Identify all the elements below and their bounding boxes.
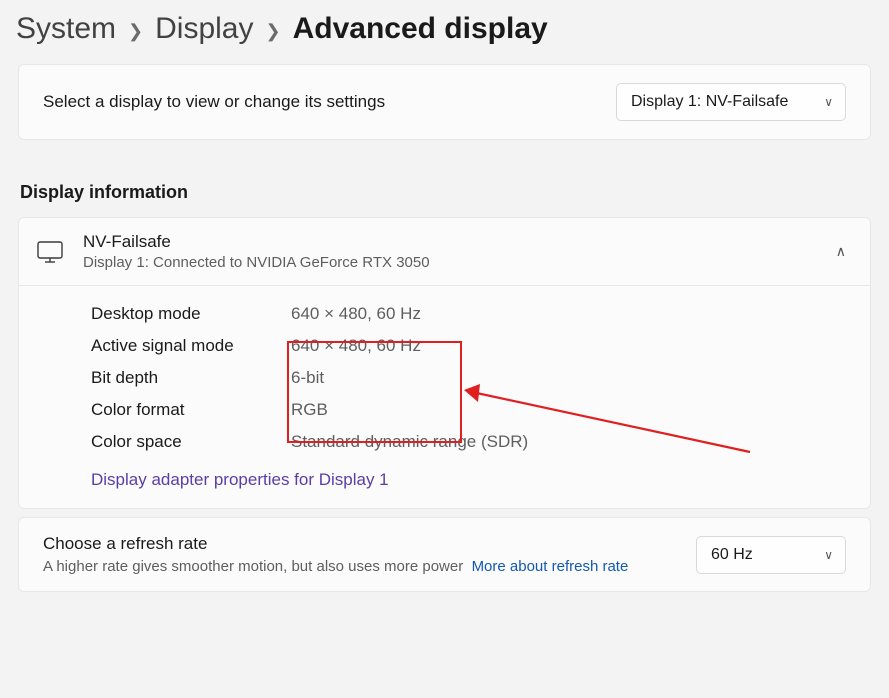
display-select-value: Display 1: NV-Failsafe: [631, 93, 788, 110]
refresh-rate-value: 60 Hz: [711, 546, 753, 563]
chevron-down-icon: ∨: [824, 95, 833, 109]
prop-val: Standard dynamic range (SDR): [291, 432, 528, 452]
prop-row-color-space: Color space Standard dynamic range (SDR): [91, 426, 846, 458]
breadcrumb-system[interactable]: System: [16, 12, 116, 46]
prop-row-desktop-mode: Desktop mode 640 × 480, 60 Hz: [91, 298, 846, 330]
display-information-heading: Display information: [20, 182, 869, 203]
refresh-rate-dropdown[interactable]: 60 Hz ∨: [696, 536, 846, 574]
chevron-up-icon: ∧: [836, 243, 846, 260]
monitor-icon: [37, 241, 63, 263]
chevron-down-icon: ∨: [824, 548, 833, 562]
prop-key: Color format: [91, 400, 291, 420]
display-info-expander-header[interactable]: NV-Failsafe Display 1: Connected to NVID…: [19, 218, 870, 286]
refresh-rate-subtitle: A higher rate gives smoother motion, but…: [43, 558, 628, 575]
breadcrumb-advanced-display: Advanced display: [293, 12, 548, 46]
display-adapter-properties-link[interactable]: Display adapter properties for Display 1: [91, 470, 389, 490]
select-display-card: Select a display to view or change its s…: [18, 64, 871, 140]
prop-val: RGB: [291, 400, 328, 420]
chevron-right-icon: ❯: [128, 21, 143, 42]
prop-val: 640 × 480, 60 Hz: [291, 336, 421, 356]
breadcrumb-display[interactable]: Display: [155, 12, 253, 46]
display-connection-subtitle: Display 1: Connected to NVIDIA GeForce R…: [83, 254, 816, 271]
display-info-card: NV-Failsafe Display 1: Connected to NVID…: [18, 217, 871, 509]
prop-row-color-format: Color format RGB: [91, 394, 846, 426]
prop-key: Active signal mode: [91, 336, 291, 356]
breadcrumb: System ❯ Display ❯ Advanced display: [0, 0, 889, 64]
display-info-body: Desktop mode 640 × 480, 60 Hz Active sig…: [19, 286, 870, 508]
prop-key: Desktop mode: [91, 304, 291, 324]
prop-key: Color space: [91, 432, 291, 452]
prop-val: 640 × 480, 60 Hz: [291, 304, 421, 324]
chevron-right-icon: ❯: [266, 21, 281, 42]
more-about-refresh-rate-link[interactable]: More about refresh rate: [472, 558, 629, 575]
select-display-label: Select a display to view or change its s…: [43, 92, 385, 112]
prop-key: Bit depth: [91, 368, 291, 388]
prop-row-active-signal-mode: Active signal mode 640 × 480, 60 Hz: [91, 330, 846, 362]
prop-val: 6-bit: [291, 368, 324, 388]
display-select-dropdown[interactable]: Display 1: NV-Failsafe ∨: [616, 83, 846, 121]
refresh-rate-title: Choose a refresh rate: [43, 534, 628, 554]
refresh-rate-card: Choose a refresh rate A higher rate give…: [18, 517, 871, 592]
display-name: NV-Failsafe: [83, 232, 816, 252]
prop-row-bit-depth: Bit depth 6-bit: [91, 362, 846, 394]
